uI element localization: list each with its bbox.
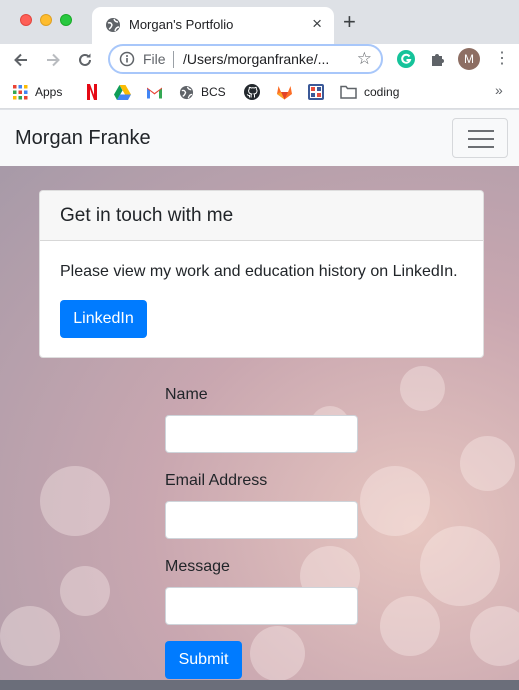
netflix-icon (85, 83, 99, 101)
card-text: Please view my work and education histor… (60, 263, 458, 280)
folder-icon (340, 85, 357, 99)
submit-button[interactable]: Submit (165, 641, 242, 679)
bookmark-drive[interactable] (114, 82, 131, 102)
tab-close-icon[interactable]: × (312, 14, 322, 34)
grammarly-icon[interactable] (397, 50, 415, 73)
address-bar[interactable]: File /Users/morganfranke/... ☆ (108, 44, 383, 74)
page-bottom-edge (0, 680, 519, 690)
forward-arrow-icon[interactable] (41, 48, 65, 72)
bookmark-apps[interactable]: Apps (13, 82, 62, 102)
bookmark-app[interactable] (308, 82, 324, 102)
browser-tab-strip: Morgan's Portfolio × + (0, 0, 519, 44)
bookmark-label: Apps (35, 85, 63, 99)
message-label: Message (165, 558, 230, 575)
browser-tab[interactable]: Morgan's Portfolio × (92, 7, 334, 44)
name-input[interactable] (165, 415, 358, 453)
bookmarks-overflow-icon[interactable]: » (495, 82, 503, 98)
browser-toolbar: File /Users/morganfranke/... ☆ M ⋮ (0, 44, 519, 76)
bookmark-github[interactable] (244, 82, 260, 102)
linkedin-button[interactable]: LinkedIn (60, 300, 147, 338)
hamburger-icon (468, 130, 494, 132)
gmail-icon (146, 85, 163, 99)
bookmark-gitlab[interactable] (276, 82, 293, 102)
message-input[interactable] (165, 587, 358, 625)
bookmark-app-icon (308, 84, 324, 100)
apps-grid-icon (13, 84, 28, 100)
github-icon (244, 84, 260, 100)
bookmark-bcs[interactable]: BCS (179, 82, 226, 102)
bookmark-label: BCS (201, 85, 226, 99)
hamburger-icon (468, 138, 494, 140)
info-icon[interactable] (119, 51, 135, 72)
contact-card: Get in touch with me Please view my work… (39, 190, 484, 358)
globe-icon (105, 17, 121, 33)
card-header: Get in touch with me (40, 191, 483, 241)
name-label: Name (165, 386, 208, 403)
navbar-brand[interactable]: Morgan Franke (15, 127, 151, 150)
window-close-button[interactable] (20, 14, 32, 26)
bookmark-folder-coding[interactable]: coding (340, 82, 399, 102)
gitlab-icon (276, 84, 293, 100)
navbar-toggler-button[interactable] (452, 118, 508, 158)
card-title: Get in touch with me (60, 205, 234, 226)
window-minimize-button[interactable] (40, 14, 52, 26)
globe-icon (179, 85, 194, 100)
browser-menu-icon[interactable]: ⋮ (494, 49, 510, 69)
email-input[interactable] (165, 501, 358, 539)
bookmarks-bar: Apps BCS coding » (0, 76, 519, 109)
site-navbar: Morgan Franke (0, 110, 519, 166)
contact-section: Get in touch with me Please view my work… (0, 166, 519, 680)
tab-title: Morgan's Portfolio (129, 17, 234, 32)
reload-icon[interactable] (73, 48, 97, 72)
address-scheme-label: File (143, 51, 166, 67)
profile-avatar[interactable]: M (458, 48, 480, 70)
extensions-puzzle-icon[interactable] (429, 50, 447, 73)
bookmark-label: coding (364, 85, 400, 99)
bookmark-gmail[interactable] (146, 82, 163, 102)
address-url[interactable]: /Users/morganfranke/... (183, 51, 329, 67)
new-tab-button[interactable]: + (343, 11, 356, 33)
bookmark-netflix[interactable] (85, 82, 99, 102)
email-label: Email Address (165, 472, 268, 489)
back-arrow-icon[interactable] (9, 48, 33, 72)
window-zoom-button[interactable] (60, 14, 72, 26)
address-divider (173, 51, 174, 68)
page-viewport: Morgan Franke Get in touch with me Pleas… (0, 110, 519, 690)
google-drive-icon (114, 84, 131, 100)
hamburger-icon (468, 146, 494, 148)
bookmark-star-icon[interactable]: ☆ (357, 49, 372, 69)
